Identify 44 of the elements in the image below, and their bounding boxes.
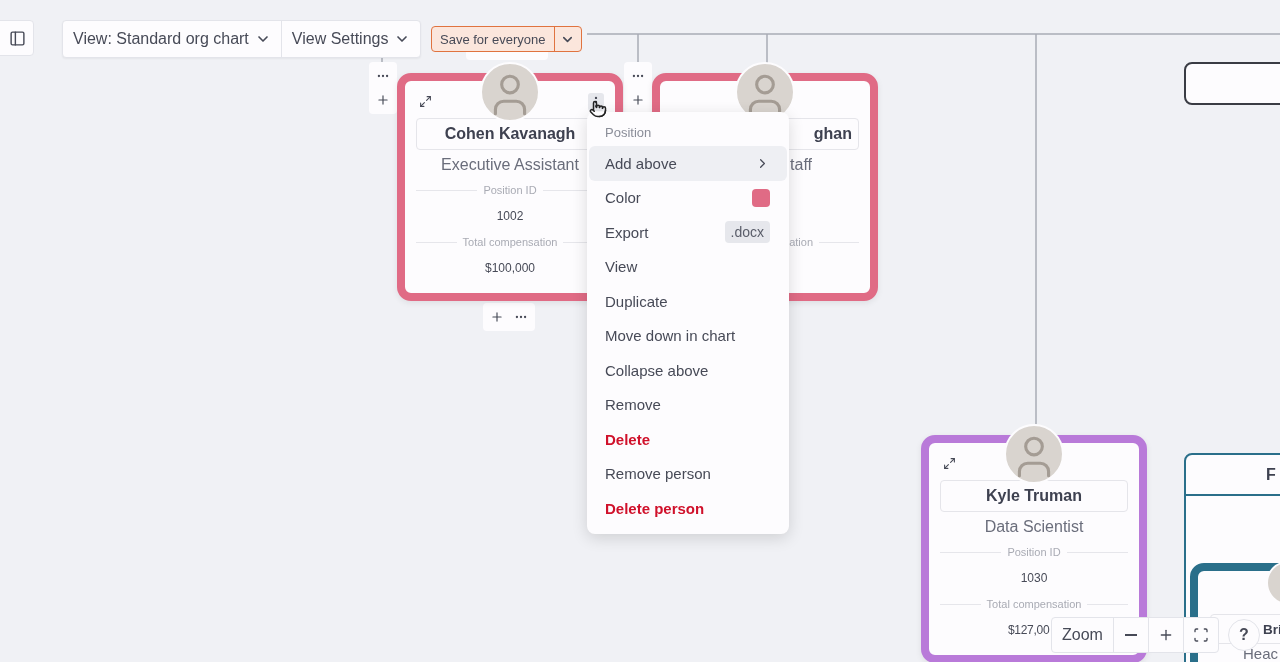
menu-item[interactable]: Remove person (589, 456, 787, 491)
job-title: taff (790, 156, 812, 174)
field-label: Position ID (1007, 546, 1061, 558)
menu-item[interactable]: Add above (589, 146, 787, 181)
expand-button[interactable] (419, 95, 433, 109)
field-label: Position ID (483, 184, 537, 196)
field-label: Total compensation (462, 236, 558, 248)
sidebar-toggle-button[interactable] (0, 20, 34, 56)
field-value: 1030 (1020, 571, 1048, 585)
menu-item[interactable]: Delete person (589, 491, 787, 526)
pointer-cursor-icon (589, 100, 607, 120)
menu-item-label: Collapse above (605, 361, 709, 379)
field-label: ation (789, 236, 813, 248)
job-title: Data Scientist (984, 518, 1084, 536)
menu-item-label: Delete (605, 430, 651, 448)
view-dropdown[interactable]: View: Standard org chart (63, 21, 281, 57)
expand-button[interactable] (943, 457, 957, 471)
menu-item-label: Delete person (605, 499, 705, 517)
plus-icon (490, 310, 504, 324)
minus-icon (1124, 634, 1137, 636)
fullscreen-icon (1192, 627, 1209, 643)
plus-icon (631, 93, 645, 107)
sidebar-icon (8, 29, 26, 47)
field-value: $127,00 (1008, 623, 1050, 637)
menu-item-label: Remove (605, 396, 661, 414)
chart-node[interactable] (1184, 62, 1280, 105)
zoom-label: Zoom (1061, 625, 1104, 645)
department-header: F (1186, 455, 1280, 496)
field-value: $100,000 (484, 261, 536, 275)
view-settings-dropdown[interactable]: View Settings (280, 21, 421, 57)
menu-item-label: Move down in chart (605, 327, 736, 345)
field-label: Total compensation (986, 598, 1082, 610)
expand-icon (419, 95, 432, 108)
plus-icon (376, 93, 390, 107)
field-value: 1002 (496, 209, 524, 223)
format-badge: .docx (724, 221, 770, 244)
menu-item[interactable]: Move down in chart (589, 318, 787, 353)
job-title: Executive Assistant (441, 156, 579, 174)
menu-item[interactable]: Collapse above (589, 353, 787, 388)
person-name: Bri (1263, 621, 1280, 637)
menu-item[interactable]: Remove (589, 387, 787, 422)
menu-item-label: Remove person (605, 465, 711, 483)
menu-item[interactable]: Delete (589, 422, 787, 457)
expand-icon (943, 457, 956, 470)
